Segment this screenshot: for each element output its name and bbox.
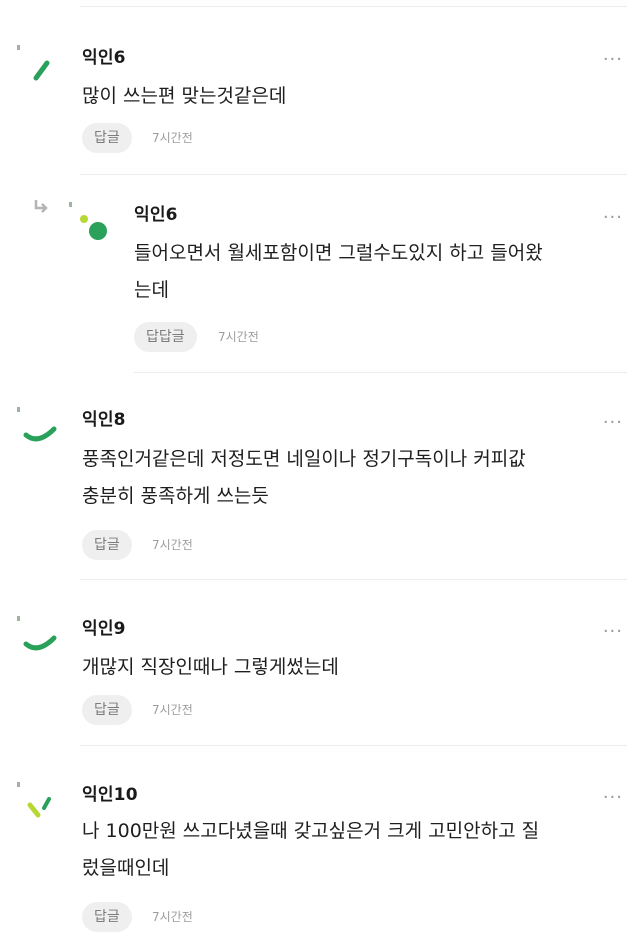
more-options-icon[interactable]: ··· (603, 51, 623, 69)
reply-button[interactable]: 답글 (82, 695, 132, 725)
comment-text-line: 충분히 풍족하게 쓰는듯 (82, 485, 269, 507)
comment-text: 풍족인거같은데 저정도면 네일이나 정기구독이나 커피값 충분히 풍족하게 쓰는… (82, 441, 526, 515)
comment-text: 나 100만원 쓰고다녔을때 갖고싶은거 크게 고민안하고 질 렀을때인데 (82, 813, 539, 887)
more-options-icon[interactable]: ··· (603, 209, 623, 227)
reply-button[interactable]: 답글 (82, 123, 132, 153)
comment-author[interactable]: 익인6 (82, 43, 126, 68)
comment-item: 익인8 ··· 풍족인거같은데 저정도면 네일이나 정기구독이나 커피값 충분히… (0, 373, 641, 580)
reply-button[interactable]: 답글 (82, 530, 132, 560)
comment-timestamp: 7시간전 (152, 703, 193, 717)
comment-text-line: 나 100만원 쓰고다녔을때 갖고싶은거 크게 고민안하고 질 (82, 820, 540, 842)
reply-button[interactable]: 답답글 (134, 322, 197, 352)
comment-timestamp: 7시간전 (152, 910, 193, 924)
comment-item: 익인6 ··· 많이 쓰는편 맞는것같은데 답글 7시간전 (0, 7, 641, 175)
comment-text-line: 풍족인거같은데 저정도면 네일이나 정기구독이나 커피값 (82, 448, 526, 470)
comment-author[interactable]: 익인6 (134, 200, 178, 225)
curve-avatar-icon[interactable] (14, 405, 58, 449)
more-options-icon[interactable]: ··· (603, 623, 623, 641)
comment-text: 개많지 직장인때나 그렇게썼는데 (82, 649, 339, 686)
stroke-avatar-icon[interactable] (14, 43, 58, 87)
more-options-icon[interactable]: ··· (603, 789, 623, 807)
comment-text-line: 는데 (134, 279, 169, 301)
reply-button[interactable]: 답글 (82, 902, 132, 932)
comment-text: 들어오면서 월세포함이면 그럴수도있지 하고 들어왔 는데 (134, 235, 543, 309)
comment-text-line: 많이 쓰는편 맞는것같은데 (82, 85, 287, 107)
comment-timestamp: 7시간전 (152, 131, 193, 145)
dot-avatar-icon[interactable] (66, 200, 110, 244)
comment-text-line: 개많지 직장인때나 그렇게썼는데 (82, 656, 339, 678)
comment-text-line: 들어오면서 월세포함이면 그럴수도있지 하고 들어왔 (134, 242, 543, 264)
more-options-icon[interactable]: ··· (603, 414, 623, 432)
comment-timestamp: 7시간전 (152, 538, 193, 552)
curve-avatar-icon[interactable] (14, 614, 58, 658)
reply-comment-item: 익인6 ··· 들어오면서 월세포함이면 그럴수도있지 하고 들어왔 는데 답답… (0, 175, 641, 373)
comment-text: 많이 쓰는편 맞는것같은데 (82, 78, 286, 115)
comment-timestamp: 7시간전 (218, 330, 259, 344)
comment-item: 익인10 ··· 나 100만원 쓰고다녔을때 갖고싶은거 크게 고민안하고 질… (0, 746, 641, 949)
comment-author[interactable]: 익인10 (82, 780, 138, 805)
comment-text-line: 렀을때인데 (82, 857, 170, 879)
comment-author[interactable]: 익인9 (82, 614, 126, 639)
comment-author[interactable]: 익인8 (82, 405, 126, 430)
comment-item: 익인9 ··· 개많지 직장인때나 그렇게썼는데 답글 7시간전 (0, 580, 641, 746)
tick-avatar-icon[interactable] (14, 780, 58, 824)
reply-arrow-icon (34, 200, 48, 213)
